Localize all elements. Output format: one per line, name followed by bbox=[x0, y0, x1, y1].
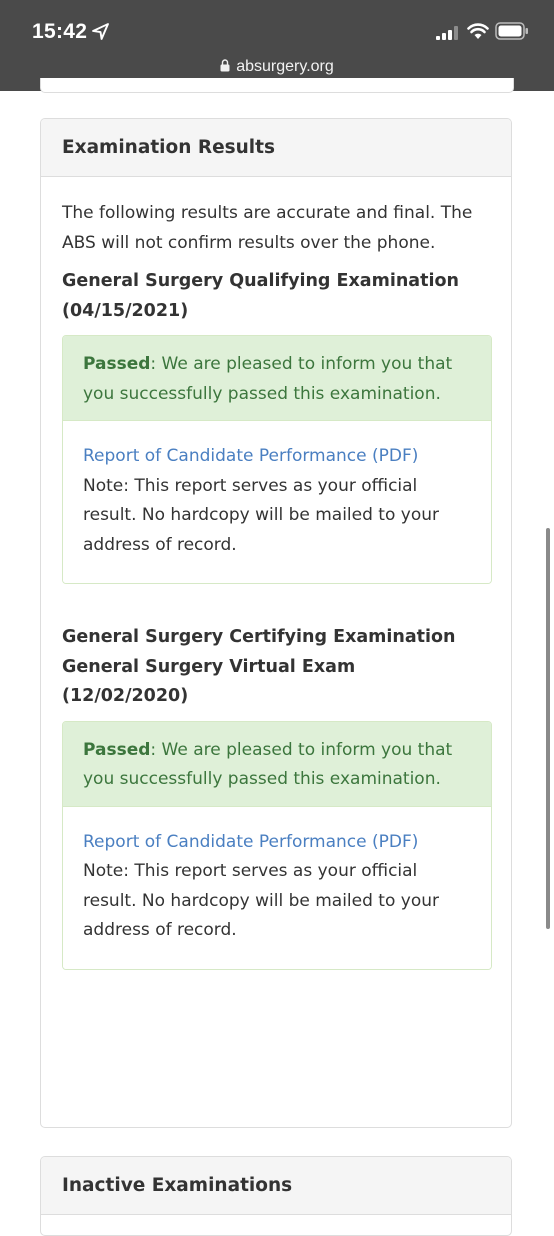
report-note: Note: This report serves as your officia… bbox=[83, 475, 440, 555]
location-arrow-icon bbox=[92, 23, 109, 40]
lock-icon bbox=[220, 59, 230, 72]
panel-heading: Examination Results bbox=[41, 119, 511, 177]
exam-title-line: General Surgery Virtual Exam bbox=[62, 656, 356, 677]
result-status: Passed bbox=[83, 354, 151, 374]
url-text: absurgery.org bbox=[236, 58, 334, 75]
report-pdf-link[interactable]: Report of Candidate Performance (PDF) bbox=[83, 446, 418, 466]
battery-icon bbox=[495, 22, 528, 40]
result-alert: Passed: We are pleased to inform you tha… bbox=[63, 336, 491, 420]
panel-body: The following results are accurate and f… bbox=[41, 177, 511, 970]
intro-text: The following results are accurate and f… bbox=[62, 203, 473, 253]
wifi-icon bbox=[467, 23, 489, 39]
result-status: Passed bbox=[83, 739, 151, 760]
result-report-section: Report of Candidate Performance (PDF) No… bbox=[63, 420, 491, 583]
exam-result-card: Passed: We are pleased to inform you tha… bbox=[62, 335, 492, 584]
page-scrollbar[interactable] bbox=[546, 528, 550, 929]
panel-heading: Inactive Examinations bbox=[41, 1157, 511, 1215]
report-note: Note: This report serves as your officia… bbox=[83, 861, 440, 940]
result-alert: Passed: We are pleased to inform you tha… bbox=[63, 721, 491, 806]
report-pdf-link[interactable]: Report of Candidate Performance (PDF) bbox=[83, 832, 418, 852]
previous-panel-bottom bbox=[40, 78, 514, 93]
exam-date: (12/02/2020) bbox=[62, 686, 189, 706]
exam-title-line: General Surgery Qualifying Examination bbox=[62, 271, 459, 291]
inactive-examinations-panel: Inactive Examinations bbox=[40, 1156, 512, 1236]
exam-result-card: Passed: We are pleased to inform you tha… bbox=[62, 720, 492, 970]
status-time: 15:42 bbox=[32, 20, 88, 43]
exam-date: (04/15/2021) bbox=[62, 300, 189, 321]
exam-title: General Surgery Qualifying Examination (… bbox=[62, 267, 490, 326]
examination-results-panel: Examination Results The following result… bbox=[40, 118, 512, 1128]
exam-title-line: General Surgery Certifying Examination bbox=[62, 627, 456, 647]
cellular-signal-icon bbox=[436, 26, 458, 40]
result-report-section: Report of Candidate Performance (PDF) No… bbox=[63, 805, 491, 969]
exam-title: General Surgery Certifying Examination G… bbox=[62, 623, 490, 712]
url-bar[interactable]: absurgery.org bbox=[0, 58, 554, 76]
